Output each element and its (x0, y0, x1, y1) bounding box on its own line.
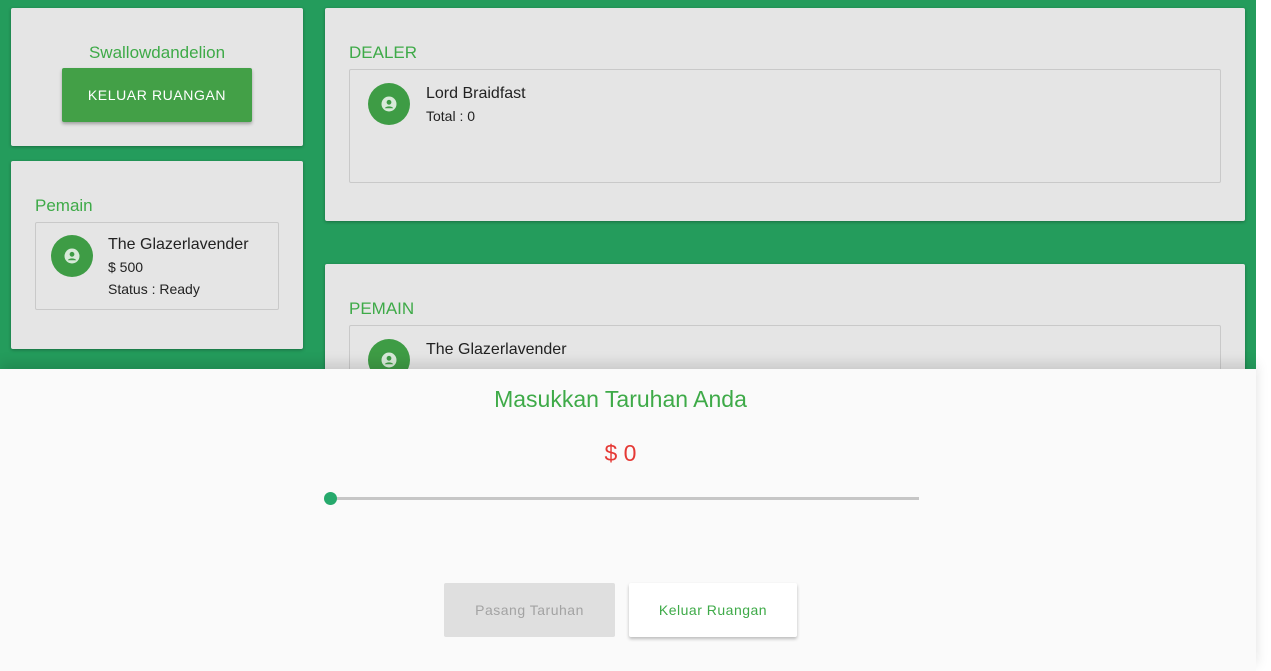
avatar (51, 235, 93, 277)
avatar (368, 83, 410, 125)
table-player-name: The Glazerlavender (426, 341, 567, 358)
dealer-title: DEALER (349, 43, 418, 62)
players-card: Pemain The Glazerlavender $ 500 Status :… (11, 161, 303, 349)
player-money: $ 500 (108, 259, 144, 275)
player-status: Status : Ready (108, 281, 200, 297)
slider-track (330, 497, 919, 500)
user-icon (64, 248, 80, 264)
username: Swallowdandelion (88, 43, 226, 62)
user-card: Swallowdandelion KELUAR RUANGAN (11, 8, 303, 146)
user-icon (381, 352, 397, 368)
dealer-card: DEALER Lord Braidfast Total : 0 (325, 8, 1245, 221)
bet-amount: $ 0 (604, 440, 637, 466)
bet-sheet: Masukkan Taruhan Anda $ 0 Pasang Taruhan… (0, 369, 1256, 671)
bet-title: Masukkan Taruhan Anda (494, 386, 747, 412)
table-players-title: PEMAIN (349, 299, 415, 318)
player-entry: The Glazerlavender $ 500 Status : Ready (35, 222, 279, 310)
exit-room-button[interactable]: KELUAR RUANGAN (62, 68, 252, 122)
dealer-total: Total : 0 (426, 108, 476, 124)
dealer-entry: Lord Braidfast Total : 0 (349, 69, 1221, 183)
dealer-name: Lord Braidfast (426, 85, 526, 102)
slider-thumb[interactable] (324, 492, 337, 505)
player-name: The Glazerlavender (108, 236, 249, 253)
place-bet-button[interactable]: Pasang Taruhan (444, 583, 615, 637)
exit-room-button-sheet[interactable]: Keluar Ruangan (629, 583, 797, 637)
user-icon (381, 96, 397, 112)
bet-slider[interactable] (324, 489, 919, 509)
players-title: Pemain (35, 196, 93, 215)
